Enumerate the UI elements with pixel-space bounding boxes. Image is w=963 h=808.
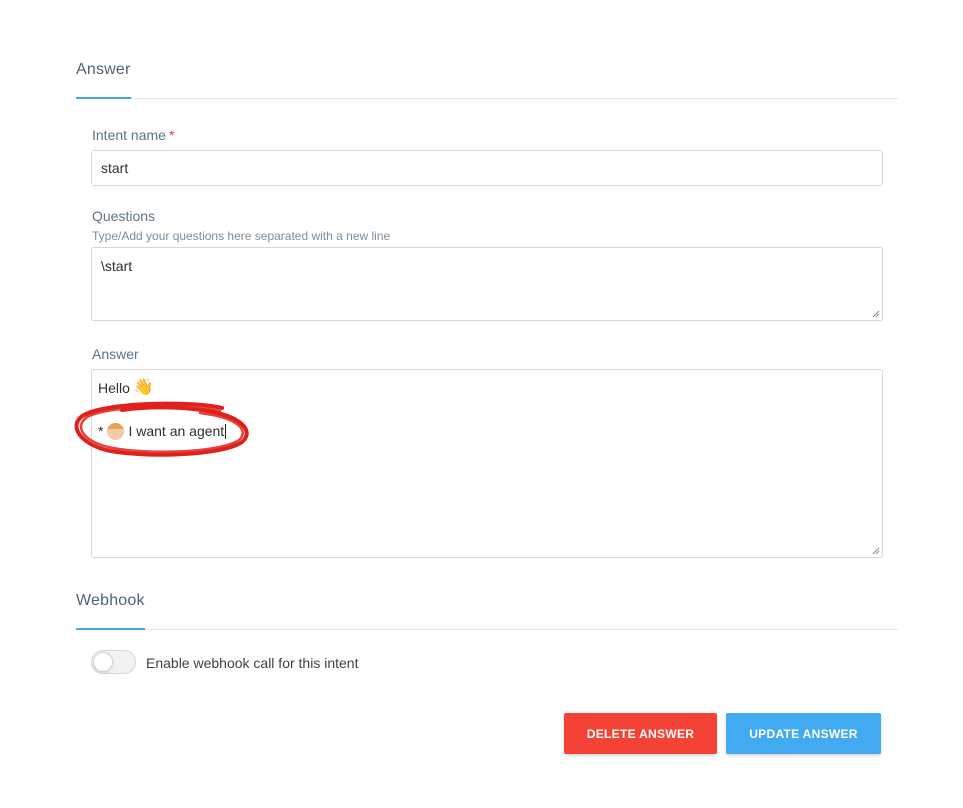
answer-line-1-text: Hello — [98, 380, 130, 396]
questions-hint: Type/Add your questions here separated w… — [92, 229, 391, 243]
webhook-section-header: Webhook — [76, 592, 898, 630]
answer-textarea[interactable]: Hello 👋 * I want an agent — [91, 369, 883, 558]
resize-grip-icon[interactable] — [872, 310, 880, 318]
intent-name-input[interactable]: start — [91, 150, 883, 186]
text-cursor — [225, 423, 227, 439]
questions-value: \start — [101, 258, 133, 274]
questions-label: Questions — [92, 208, 156, 224]
answer-line-2-text: I want an agent — [128, 423, 225, 439]
intent-name-label-text: Intent name — [92, 127, 166, 143]
answer-label: Answer — [92, 346, 139, 362]
questions-textarea[interactable]: \start — [91, 247, 883, 321]
intent-name-label: Intent name * — [92, 127, 174, 143]
answer-section-title: Answer — [76, 61, 131, 99]
answer-line-2-prefix: * — [98, 423, 104, 439]
webhook-toggle[interactable] — [91, 650, 136, 674]
answer-line-2: * I want an agent — [98, 421, 876, 441]
resize-grip-icon[interactable] — [872, 547, 880, 555]
intent-editor-page: Answer Intent name * start Questions Type… — [0, 0, 963, 808]
update-answer-button[interactable]: UPDATE ANSWER — [726, 713, 881, 754]
waving-hand-icon: 👋 — [133, 379, 154, 396]
delete-answer-button[interactable]: DELETE ANSWER — [564, 713, 717, 754]
answer-section-header: Answer — [76, 61, 898, 99]
required-mark: * — [168, 127, 175, 143]
answer-line-1: Hello 👋 — [98, 378, 876, 398]
webhook-toggle-label: Enable webhook call for this intent — [146, 655, 359, 671]
intent-name-value: start — [101, 160, 129, 176]
webhook-section-title: Webhook — [76, 592, 145, 630]
person-icon — [107, 422, 125, 440]
toggle-knob — [93, 652, 113, 672]
